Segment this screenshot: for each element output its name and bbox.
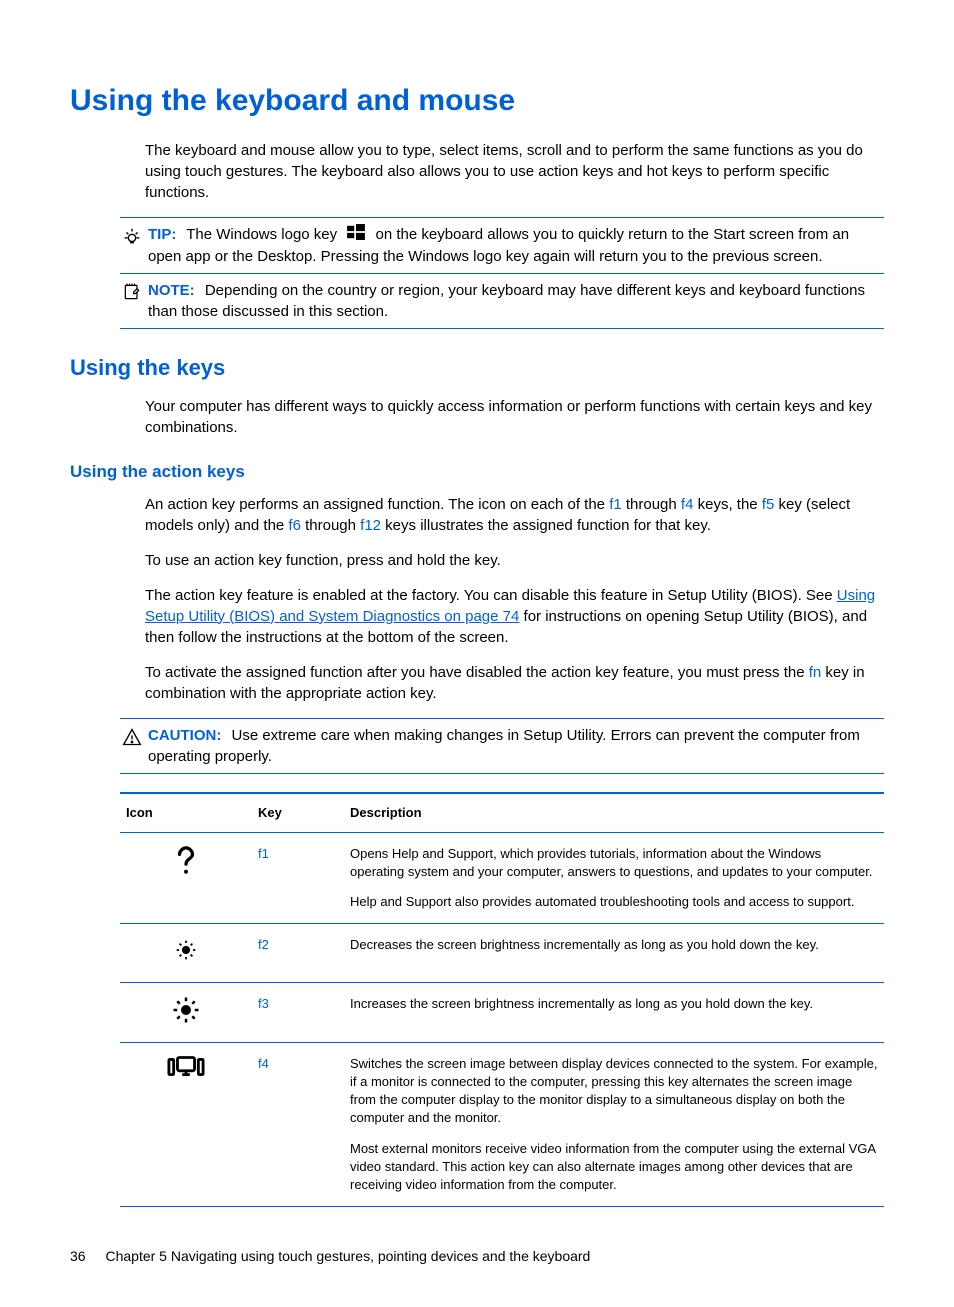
caution-label: CAUTION:: [148, 727, 221, 744]
desc-text: Decreases the screen brightness incremen…: [350, 936, 878, 954]
heading-2: Using the keys: [70, 353, 884, 384]
help-icon: [120, 832, 252, 924]
note-text: Depending on the country or region, your…: [148, 282, 865, 320]
key-f4: f4: [681, 496, 694, 513]
desc-text: Help and Support also provides automated…: [350, 893, 878, 911]
action-keys-table: Icon Key Description f1 Opens Help and S…: [120, 792, 884, 1207]
chapter-title: Chapter 5 Navigating using touch gesture…: [105, 1248, 590, 1264]
th-key: Key: [252, 793, 344, 833]
action-para-2: To use an action key function, press and…: [145, 550, 884, 571]
table-row: f4 Switches the screen image between dis…: [120, 1042, 884, 1206]
intro-paragraph: The keyboard and mouse allow you to type…: [145, 140, 884, 203]
tip-label: TIP:: [148, 226, 176, 243]
caution-text: Use extreme care when making changes in …: [148, 727, 860, 765]
heading-3: Using the action keys: [70, 460, 884, 484]
key-cell: f2: [252, 924, 344, 982]
key-cell: f1: [252, 832, 344, 924]
note-label: NOTE:: [148, 282, 195, 299]
note-callout: NOTE: Depending on the country or region…: [120, 274, 884, 329]
desc-text: Most external monitors receive video inf…: [350, 1140, 878, 1195]
tip-callout: TIP: The Windows logo key on the keyboar…: [120, 217, 884, 274]
caution-callout: CAUTION: Use extreme care when making ch…: [120, 718, 884, 774]
note-icon: [120, 280, 144, 322]
key-f12: f12: [360, 517, 381, 534]
brightness-up-icon: [120, 982, 252, 1042]
caution-icon: [120, 725, 144, 767]
page-number: 36: [70, 1248, 86, 1264]
keys-intro: Your computer has different ways to quic…: [145, 396, 884, 438]
key-cell: f3: [252, 982, 344, 1042]
table-row: f2 Decreases the screen brightness incre…: [120, 924, 884, 982]
page-footer: 36 Chapter 5 Navigating using touch gest…: [70, 1247, 884, 1267]
heading-1: Using the keyboard and mouse: [70, 80, 884, 122]
key-f5: f5: [762, 496, 775, 513]
desc-text: Switches the screen image between displa…: [350, 1055, 878, 1128]
tip-icon: [120, 224, 144, 267]
action-para-3: The action key feature is enabled at the…: [145, 585, 884, 648]
th-desc: Description: [344, 793, 884, 833]
action-para-1: An action key performs an assigned funct…: [145, 494, 884, 536]
table-row: f1 Opens Help and Support, which provide…: [120, 832, 884, 924]
desc-text: Increases the screen brightness incremen…: [350, 995, 878, 1013]
action-para-4: To activate the assigned function after …: [145, 662, 884, 704]
key-cell: f4: [252, 1042, 344, 1206]
table-row: f3 Increases the screen brightness incre…: [120, 982, 884, 1042]
display-switch-icon: [120, 1042, 252, 1206]
brightness-down-icon: [120, 924, 252, 982]
tip-text-pre: The Windows logo key: [186, 226, 337, 243]
key-f6: f6: [288, 517, 301, 534]
desc-text: Opens Help and Support, which provides t…: [350, 845, 878, 881]
th-icon: Icon: [120, 793, 252, 833]
key-f1: f1: [609, 496, 622, 513]
windows-logo-icon: [347, 224, 365, 246]
key-fn: fn: [809, 664, 822, 681]
